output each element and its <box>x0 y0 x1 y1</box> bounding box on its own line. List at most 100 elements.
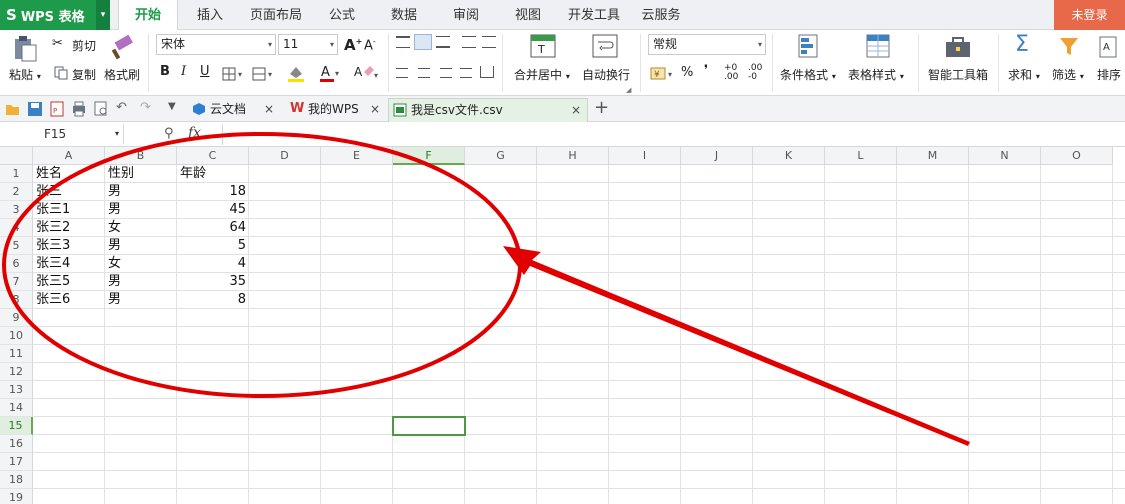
row-header-15[interactable]: 15 <box>0 417 33 435</box>
new-tab-icon[interactable]: + <box>594 97 609 118</box>
conditional-format-icon[interactable] <box>798 34 822 60</box>
wrap-text-icon[interactable] <box>592 34 618 58</box>
align-bottom-icon[interactable] <box>436 36 450 48</box>
row-header-3[interactable]: 3 <box>0 201 33 219</box>
wrap-text-button[interactable]: 自动换行 <box>582 66 630 83</box>
cell-a3[interactable]: 张三1 <box>33 201 105 219</box>
scissors-icon[interactable]: ✂ <box>52 36 63 51</box>
cell-a4[interactable]: 张三2 <box>33 219 105 237</box>
spreadsheet-grid[interactable]: A B C D E F G H I J K L M N O 1 2 3 4 5 6 7 8 9 10 11 12 13 14 15 16 17… <box>0 147 1125 504</box>
format-painter-button[interactable]: 格式刷 <box>104 66 140 83</box>
row-header-18[interactable]: 18 <box>0 471 33 489</box>
menu-cloud-service[interactable]: 云服务 <box>636 0 686 30</box>
cell-c3[interactable]: 45 <box>177 201 249 219</box>
toolbox-icon[interactable] <box>945 36 971 58</box>
sum-button[interactable]: 求和 ▾ <box>1008 66 1040 83</box>
wps-logo-button[interactable]: S WPS 表格 ▾ <box>0 0 110 30</box>
cell-a2[interactable]: 张三 <box>33 183 105 201</box>
close-icon[interactable]: × <box>264 98 274 120</box>
cell-b2[interactable]: 男 <box>105 183 177 201</box>
row-header-14[interactable]: 14 <box>0 399 33 417</box>
function-button[interactable]: fx <box>188 125 201 141</box>
menu-review[interactable]: 审阅 <box>442 0 490 30</box>
clear-format-icon[interactable]: A ▾ <box>352 64 380 82</box>
table-style-icon[interactable] <box>866 34 890 60</box>
row-header-11[interactable]: 11 <box>0 345 33 363</box>
export-pdf-icon[interactable]: P <box>49 101 65 117</box>
menu-view[interactable]: 视图 <box>504 0 552 30</box>
row-header-16[interactable]: 16 <box>0 435 33 453</box>
quick-access-dropdown-icon[interactable]: ▼ <box>168 101 176 112</box>
row-header-10[interactable]: 10 <box>0 327 33 345</box>
close-icon[interactable]: × <box>370 98 380 120</box>
column-header-o[interactable]: O <box>1041 147 1113 165</box>
row-header-2[interactable]: 2 <box>0 183 33 201</box>
copy-icon[interactable] <box>54 66 68 80</box>
bold-icon[interactable]: B <box>160 64 170 79</box>
column-header-c[interactable]: C <box>177 147 249 165</box>
column-header-j[interactable]: J <box>681 147 753 165</box>
increase-font-icon[interactable]: A+ <box>344 36 362 54</box>
cell-b6[interactable]: 女 <box>105 255 177 273</box>
cell-c6[interactable]: 4 <box>177 255 249 273</box>
decrease-font-icon[interactable]: A- <box>364 37 376 53</box>
zoom-search-icon[interactable]: ⚲ <box>164 126 174 141</box>
sort-button[interactable]: 排序 <box>1097 66 1121 83</box>
cell-b8[interactable]: 男 <box>105 291 177 309</box>
distributed-icon[interactable] <box>480 66 494 78</box>
copy-button[interactable]: 复制 <box>72 66 96 83</box>
conditional-format-button[interactable]: 条件格式 ▾ <box>780 66 836 83</box>
merge-center-icon[interactable]: T <box>530 34 556 58</box>
cut-button[interactable]: 剪切 <box>72 37 96 54</box>
column-header-d[interactable]: D <box>249 147 321 165</box>
tab-my-wps[interactable]: W 我的WPS × <box>286 98 386 122</box>
paste-button[interactable]: 粘贴 ▾ <box>9 66 41 83</box>
close-icon[interactable]: × <box>571 99 581 121</box>
fill-color-icon[interactable] <box>286 64 308 82</box>
row-header-4[interactable]: 4 <box>0 219 33 237</box>
table-style-button[interactable]: 表格样式 ▾ <box>848 66 904 83</box>
menu-formula[interactable]: 公式 <box>318 0 366 30</box>
number-format-select[interactable]: 常规 ▾ <box>648 34 766 55</box>
decrease-indent-icon[interactable] <box>462 36 476 48</box>
filter-icon[interactable] <box>1058 35 1082 59</box>
cell-a7[interactable]: 张三5 <box>33 273 105 291</box>
row-header-19[interactable]: 19 <box>0 489 33 504</box>
increase-indent-icon[interactable] <box>482 36 496 48</box>
cell-c8[interactable]: 8 <box>177 291 249 309</box>
cell-b1[interactable]: 性别 <box>105 165 177 183</box>
cell-b5[interactable]: 男 <box>105 237 177 255</box>
select-all-corner[interactable] <box>0 147 33 165</box>
row-header-9[interactable]: 9 <box>0 309 33 327</box>
redo-icon[interactable]: ↷ <box>140 100 151 115</box>
cell-a5[interactable]: 张三3 <box>33 237 105 255</box>
align-left-icon[interactable] <box>396 68 408 78</box>
undo-icon[interactable]: ↶ <box>116 100 127 115</box>
row-header-7[interactable]: 7 <box>0 273 33 291</box>
filter-button[interactable]: 筛选 ▾ <box>1052 66 1084 83</box>
cell-b7[interactable]: 男 <box>105 273 177 291</box>
print-preview-icon[interactable] <box>93 101 109 117</box>
underline-icon[interactable]: U <box>200 64 210 79</box>
menu-home[interactable]: 开始 <box>118 0 178 31</box>
align-right-icon[interactable] <box>440 68 452 78</box>
menu-data[interactable]: 数据 <box>380 0 428 30</box>
row-header-5[interactable]: 5 <box>0 237 33 255</box>
column-header-m[interactable]: M <box>897 147 969 165</box>
justify-icon[interactable] <box>460 68 472 78</box>
align-center-icon[interactable] <box>418 68 430 78</box>
font-name-select[interactable]: 宋体 ▾ <box>156 34 276 55</box>
row-header-13[interactable]: 13 <box>0 381 33 399</box>
decrease-decimal-icon[interactable]: .00 -0 <box>748 64 762 82</box>
row-header-12[interactable]: 12 <box>0 363 33 381</box>
percent-button[interactable]: % <box>681 65 693 80</box>
font-size-select[interactable]: 11 ▾ <box>278 34 338 55</box>
cell-a8[interactable]: 张三6 <box>33 291 105 309</box>
merge-center-button[interactable]: 合并居中 ▾ <box>514 66 570 83</box>
row-header-1[interactable]: 1 <box>0 165 33 183</box>
menu-insert[interactable]: 插入 <box>184 0 236 30</box>
login-button[interactable]: 未登录 <box>1054 0 1125 30</box>
italic-icon[interactable]: I <box>181 64 186 79</box>
cell-b4[interactable]: 女 <box>105 219 177 237</box>
align-middle-icon[interactable] <box>414 34 432 50</box>
